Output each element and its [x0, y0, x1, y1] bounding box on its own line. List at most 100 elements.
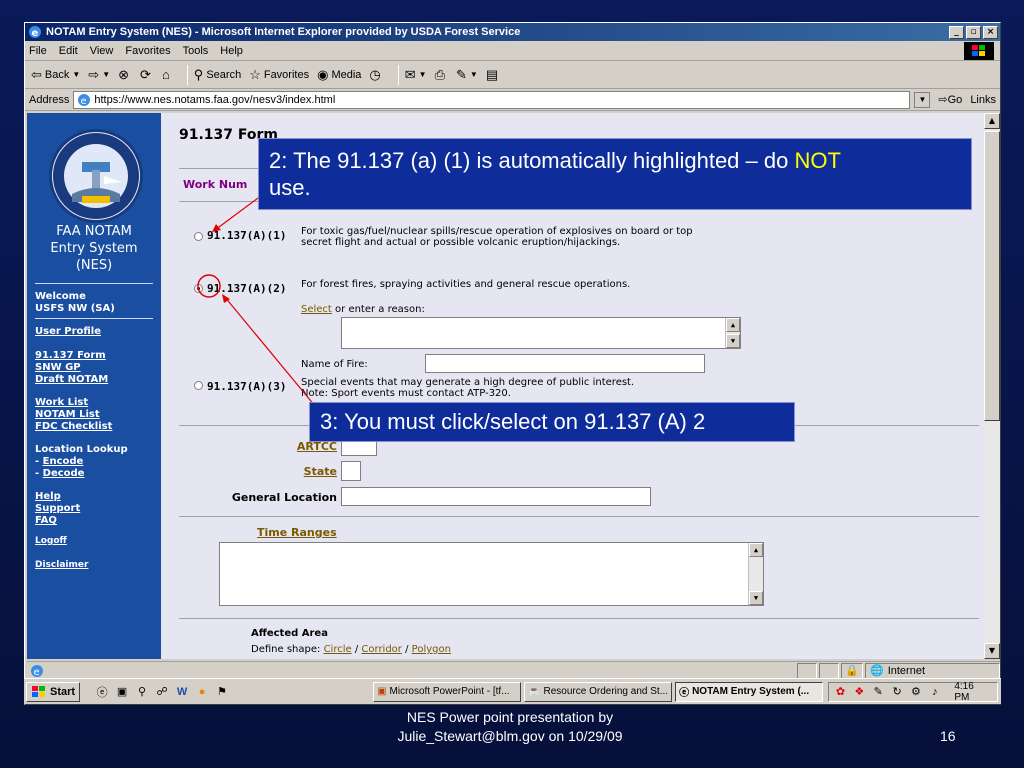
sidebar-link-encode[interactable]: Encode [43, 456, 84, 467]
sidebar-link-support[interactable]: Support [35, 503, 80, 514]
go-button[interactable]: ⇨Go [938, 93, 962, 106]
sidebar-link-logoff[interactable]: Logoff [35, 536, 67, 546]
ie-quicklaunch-icon[interactable]: ⓔ [94, 684, 110, 700]
home-button[interactable]: ⌂ [162, 67, 173, 82]
scroll-down-icon[interactable]: ▼ [726, 334, 740, 348]
radio-91137-a1[interactable] [194, 232, 203, 241]
flag-app-icon[interactable]: ⚑ [214, 684, 230, 700]
faa-seal-logo [49, 129, 143, 223]
menu-tools[interactable]: Tools [183, 45, 209, 57]
reason-textarea[interactable]: ▲ ▼ [341, 317, 741, 349]
sidebar-link-draft-notam[interactable]: Draft NOTAM [35, 374, 108, 385]
favorites-button[interactable]: ☆ Favorites [249, 67, 309, 83]
desktop-icon[interactable]: ▣ [114, 684, 130, 700]
tray-speaker-icon[interactable]: ♪ [927, 684, 942, 700]
tray-pen-icon[interactable]: ✎ [871, 684, 886, 700]
sidebar-link-fdc-checklist[interactable]: FDC Checklist [35, 421, 112, 432]
address-label: Address [29, 93, 70, 106]
state-label[interactable]: State [211, 465, 337, 478]
radio-91137-a2[interactable] [194, 284, 203, 293]
general-location-label: General Location [231, 491, 337, 504]
media-button[interactable]: ◉ Media [317, 67, 361, 83]
minimize-button[interactable]: _ [949, 25, 964, 39]
radio-91137-a3[interactable] [194, 381, 203, 390]
reason-scrollbar[interactable]: ▲ ▼ [725, 318, 740, 348]
option-91137-a3-description: Special events that may generate a high … [301, 377, 635, 399]
state-input[interactable] [341, 461, 361, 481]
sidebar-link-work-list[interactable]: Work List [35, 397, 88, 408]
circle-link[interactable]: Circle [324, 644, 352, 655]
sidebar-link-user-profile[interactable]: User Profile [35, 326, 101, 337]
document-icon: ▤ [485, 66, 499, 82]
address-dropdown-button[interactable]: ▼ [914, 91, 931, 108]
forward-button[interactable]: ⇨ ▼ [88, 67, 110, 83]
menu-favorites[interactable]: Favorites [125, 45, 170, 57]
select-reason-link[interactable]: Select [301, 304, 332, 315]
ie-task-icon: ⓔ [679, 688, 690, 699]
history-button[interactable]: ◷ [369, 67, 383, 83]
security-zone: 🌐 Internet [865, 662, 1000, 679]
edit-button[interactable]: ✎ ▼ [456, 67, 478, 83]
powerpoint-icon: ▣ [377, 686, 387, 697]
menu-file[interactable]: File [29, 45, 47, 57]
task-powerpoint[interactable]: ▣ Microsoft PowerPoint - [tf... [373, 681, 522, 702]
mail-button[interactable]: ✉ ▼ [405, 67, 427, 83]
history-icon: ◷ [369, 66, 381, 82]
define-shape-row: Define shape: Circle / Corridor / Polygo… [251, 644, 451, 655]
tray-network-icon[interactable]: ⚙ [909, 684, 924, 700]
search-quicklaunch-icon[interactable]: ⚲ [134, 684, 150, 700]
time-ranges-link[interactable]: Time Ranges [257, 526, 337, 539]
tray-alert-icon[interactable]: ✿ [833, 684, 848, 700]
name-of-fire-label: Name of Fire: [301, 359, 368, 370]
word-icon[interactable]: W [174, 684, 190, 700]
orange-app-icon[interactable]: ● [194, 684, 210, 700]
sidebar-link-notam-list[interactable]: NOTAM List [35, 409, 100, 420]
tray-sync-icon[interactable]: ↻ [890, 684, 905, 700]
forward-arrow-icon: ⇨ [88, 66, 100, 82]
menu-help[interactable]: Help [220, 45, 243, 57]
time-ranges-textarea[interactable]: ▲ ▼ [219, 542, 764, 606]
svg-text:e: e [81, 96, 87, 107]
general-location-input[interactable] [341, 487, 651, 506]
scroll-down-icon[interactable]: ▼ [749, 591, 763, 605]
menu-view[interactable]: View [90, 45, 114, 57]
time-ranges-scrollbar[interactable]: ▲ ▼ [748, 543, 763, 605]
address-input[interactable]: e https://www.nes.notams.faa.gov/nesv3/i… [73, 90, 911, 109]
corridor-link[interactable]: Corridor [361, 644, 402, 655]
sidebar-link-decode[interactable]: Decode [43, 468, 85, 479]
tray-security-icon[interactable]: ❖ [852, 684, 867, 700]
discuss-button[interactable]: ▤ [486, 67, 501, 83]
links-button[interactable]: Links [970, 94, 996, 106]
scroll-down-icon[interactable]: ▼ [984, 643, 1000, 659]
back-button[interactable]: ⇦ Back ▼ [31, 67, 80, 83]
start-button[interactable]: Start [26, 681, 81, 702]
print-button[interactable]: ⎙ [435, 67, 448, 83]
scroll-up-icon[interactable]: ▲ [726, 318, 740, 332]
search-button[interactable]: ⚲ Search [194, 67, 241, 83]
edit-icon: ✎ [455, 66, 467, 82]
sidebar-link-faq[interactable]: FAQ [35, 515, 57, 526]
close-button[interactable]: × [983, 25, 998, 39]
network-icon[interactable]: ☍ [154, 684, 170, 700]
menu-edit[interactable]: Edit [59, 45, 78, 57]
polygon-link[interactable]: Polygon [412, 644, 451, 655]
lock-icon: 🔒 [841, 662, 863, 679]
scroll-up-icon[interactable]: ▲ [749, 543, 763, 557]
name-of-fire-input[interactable] [425, 354, 705, 373]
task-nes[interactable]: ⓔ NOTAM Entry System (... [675, 681, 824, 702]
sidebar-link-help[interactable]: Help [35, 491, 61, 502]
sidebar-link-snw-gp[interactable]: SNW GP [35, 362, 81, 373]
sidebar-link-91137-form[interactable]: 91.137 Form [35, 350, 106, 361]
task-resource-ordering[interactable]: ☕ Resource Ordering and St... [524, 681, 673, 702]
system-tray: ✿ ❖ ✎ ↻ ⚙ ♪ 4:16 PM [828, 681, 998, 703]
back-arrow-icon: ⇦ [31, 66, 42, 82]
maximize-button[interactable]: ▫ [966, 25, 981, 39]
stop-button[interactable]: ⊗ [118, 67, 132, 83]
svg-text:e: e [32, 28, 39, 39]
refresh-button[interactable]: ⟳ [140, 67, 154, 83]
option-91137-a1-description: For toxic gas/fuel/nuclear spills/rescue… [301, 226, 693, 248]
sidebar-link-disclaimer[interactable]: Disclaimer [35, 560, 88, 570]
scroll-up-icon[interactable]: ▲ [984, 113, 1000, 129]
scroll-thumb[interactable] [984, 131, 1000, 421]
page-scrollbar[interactable]: ▲ ▼ [984, 113, 1000, 659]
